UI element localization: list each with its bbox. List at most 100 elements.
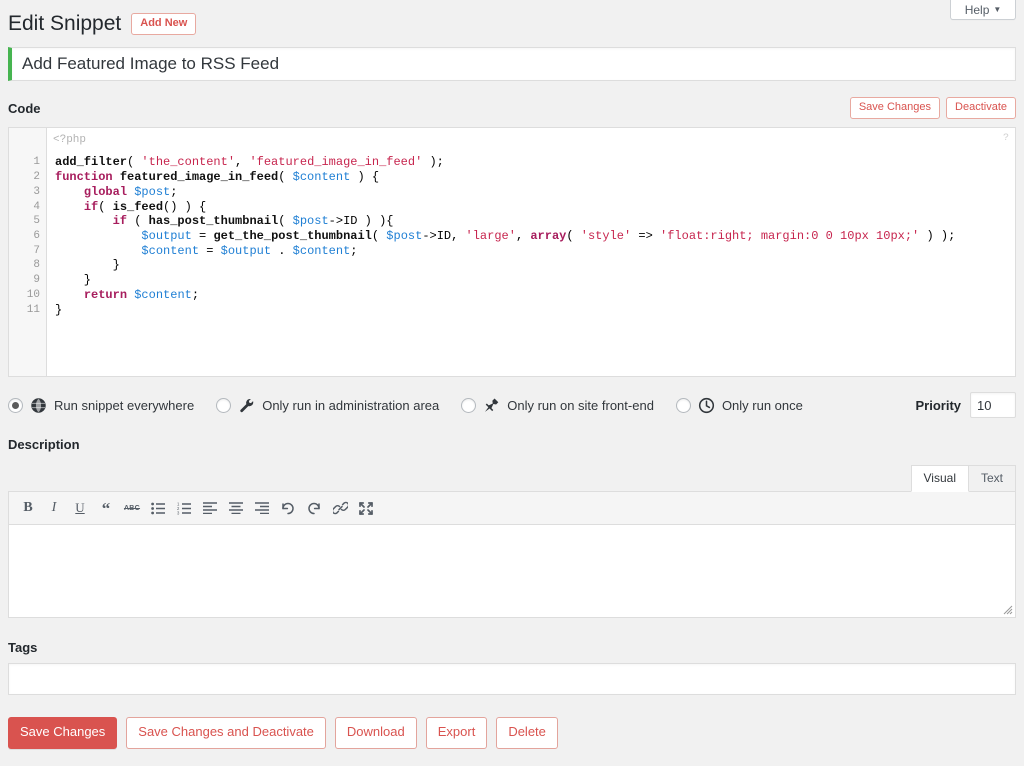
code-line: 11} [9, 303, 1015, 318]
code-line-text: } [47, 303, 62, 318]
line-number: 3 [9, 185, 47, 200]
line-number: 11 [9, 303, 47, 318]
align-left-icon[interactable] [197, 496, 223, 520]
code-line: 6 $output = get_the_post_thumbnail( $pos… [9, 229, 1015, 244]
code-lines: 1add_filter( 'the_content', 'featured_im… [9, 155, 1015, 317]
redo-icon[interactable] [301, 496, 327, 520]
italic-icon[interactable]: I [41, 496, 67, 520]
snippet-scope-row: Run snippet everywhere Only run in admini… [8, 391, 1016, 419]
export-button[interactable]: Export [426, 717, 488, 748]
line-number: 10 [9, 288, 47, 303]
pin-icon [483, 397, 500, 414]
help-dropdown-button[interactable]: Help ▼ [950, 0, 1016, 20]
code-label: Code [8, 101, 41, 116]
undo-icon[interactable] [275, 496, 301, 520]
priority-input[interactable] [970, 392, 1016, 418]
description-label: Description [8, 437, 1016, 452]
code-line: 9 } [9, 273, 1015, 288]
line-number: 8 [9, 258, 47, 273]
save-changes-button[interactable]: Save Changes [8, 717, 117, 748]
line-number: 6 [9, 229, 47, 244]
tab-text[interactable]: Text [969, 465, 1016, 492]
php-open-tag: <?php [53, 134, 86, 146]
description-textarea[interactable] [9, 525, 1015, 617]
code-line: 3 global $post; [9, 185, 1015, 200]
code-actions: Save Changes Deactivate [850, 97, 1016, 119]
resize-grip-icon[interactable] [1003, 605, 1013, 615]
code-save-changes-button[interactable]: Save Changes [850, 97, 940, 119]
code-line: 10 return $content; [9, 288, 1015, 303]
align-right-icon[interactable] [249, 496, 275, 520]
code-line-text: add_filter( 'the_content', 'featured_ima… [47, 155, 444, 170]
scope-option-label: Only run in administration area [262, 398, 439, 413]
page-title: Edit Snippet [8, 10, 121, 37]
bold-icon[interactable]: B [15, 496, 41, 520]
fullscreen-icon[interactable] [353, 496, 379, 520]
code-section-header: Code Save Changes Deactivate [8, 97, 1016, 119]
scope-radio[interactable] [676, 398, 691, 413]
code-line: 5 if ( has_post_thumbnail( $post->ID ) )… [9, 214, 1015, 229]
code-line-text: } [47, 273, 91, 288]
delete-button[interactable]: Delete [496, 717, 558, 748]
scope-option-2[interactable]: Only run on site front-end [461, 397, 654, 414]
chevron-down-icon: ▼ [993, 6, 1001, 14]
scope-option-1[interactable]: Only run in administration area [216, 397, 439, 414]
line-number: 4 [9, 200, 47, 215]
code-line-text: return $content; [47, 288, 199, 303]
priority-group: Priority [915, 392, 1016, 418]
strikethrough-icon[interactable]: ABC [119, 496, 145, 520]
description-editor: BIU“ABC 123 [8, 491, 1016, 618]
globe-icon [30, 397, 47, 414]
edit-snippet-page: Help ▼ Edit Snippet Add New Code Save Ch… [0, 0, 1024, 766]
page-header: Edit Snippet Add New [8, 0, 1016, 37]
code-line: 4 if( is_feed() ) { [9, 200, 1015, 215]
snippet-title-input[interactable] [8, 47, 1016, 81]
tags-input[interactable] [8, 663, 1016, 695]
line-number: 7 [9, 244, 47, 259]
save-and-deactivate-button[interactable]: Save Changes and Deactivate [126, 717, 326, 748]
snippet-title-row [8, 47, 1016, 81]
line-number: 9 [9, 273, 47, 288]
code-help-icon[interactable]: ? [1003, 133, 1009, 144]
download-button[interactable]: Download [335, 717, 417, 748]
help-label: Help [965, 3, 990, 17]
scope-option-label: Run snippet everywhere [54, 398, 194, 413]
align-center-icon[interactable] [223, 496, 249, 520]
add-new-button[interactable]: Add New [131, 13, 196, 35]
scope-option-0[interactable]: Run snippet everywhere [8, 397, 194, 414]
insert-link-icon[interactable] [327, 496, 353, 520]
scope-option-3[interactable]: Only run once [676, 397, 803, 414]
line-number: 1 [9, 155, 47, 170]
code-line-text: global $post; [47, 185, 177, 200]
code-line-text: if( is_feed() ) { [47, 200, 206, 215]
scope-radio[interactable] [216, 398, 231, 413]
priority-label: Priority [915, 398, 961, 413]
editor-mode-tabs: Visual Text [8, 464, 1016, 491]
code-deactivate-button[interactable]: Deactivate [946, 97, 1016, 119]
code-line-text: if ( has_post_thumbnail( $post->ID ) ){ [47, 214, 393, 229]
bulleted-list-icon[interactable] [145, 496, 171, 520]
editor-toolbar: BIU“ABC 123 [9, 492, 1015, 525]
numbered-list-icon[interactable]: 123 [171, 496, 197, 520]
code-line-text: $content = $output . $content; [47, 244, 357, 259]
code-editor[interactable]: <?php ? 1add_filter( 'the_content', 'fea… [8, 127, 1016, 377]
code-line-text: } [47, 258, 120, 273]
svg-text:3: 3 [177, 511, 180, 515]
code-line-text: function featured_image_in_feed( $conten… [47, 170, 379, 185]
scope-radio[interactable] [461, 398, 476, 413]
tab-visual[interactable]: Visual [911, 465, 969, 492]
code-line-text: $output = get_the_post_thumbnail( $post-… [47, 229, 955, 244]
code-line: 2function featured_image_in_feed( $conte… [9, 170, 1015, 185]
line-number: 5 [9, 214, 47, 229]
wrench-icon [238, 397, 255, 414]
scope-option-label: Only run once [722, 398, 803, 413]
scope-radio[interactable] [8, 398, 23, 413]
underline-icon[interactable]: U [67, 496, 93, 520]
tags-label: Tags [8, 640, 1016, 655]
blockquote-icon[interactable]: “ [93, 496, 119, 520]
code-line: 8 } [9, 258, 1015, 273]
scope-option-label: Only run on site front-end [507, 398, 654, 413]
footer-actions: Save Changes Save Changes and Deactivate… [8, 717, 1016, 748]
clock-icon [698, 397, 715, 414]
code-line: 7 $content = $output . $content; [9, 244, 1015, 259]
